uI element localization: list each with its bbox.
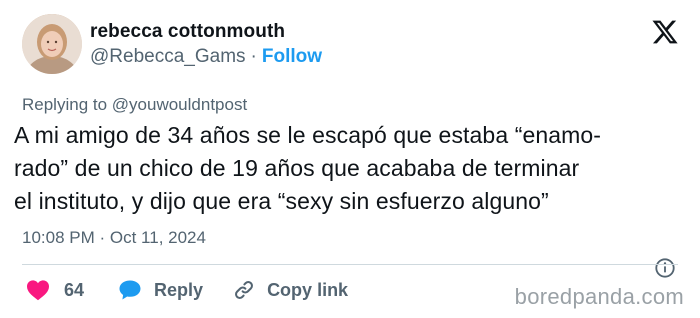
reply-target-link[interactable]: @youwouldntpost [112, 95, 247, 114]
display-name[interactable]: rebecca cottonmouth [90, 20, 322, 44]
watermark: boredpanda.com [514, 284, 684, 309]
info-icon[interactable] [654, 257, 676, 279]
heart-icon [27, 280, 49, 301]
avatar-image [22, 14, 82, 74]
like-count: 64 [64, 279, 85, 300]
handle-row: @Rebecca_Gams · Follow [90, 45, 322, 69]
follow-button[interactable]: Follow [262, 45, 322, 69]
avatar[interactable] [22, 14, 82, 74]
user-handle[interactable]: @Rebecca_Gams [90, 45, 246, 69]
author-names: rebecca cottonmouth @Rebecca_Gams · Foll… [90, 20, 322, 69]
replying-prefix: Replying to [22, 95, 112, 114]
reply-button[interactable]: Reply [118, 279, 203, 301]
replying-to: Replying to @youwouldntpost [22, 95, 247, 115]
reply-label: Reply [154, 279, 204, 300]
tweet-header: rebecca cottonmouth @Rebecca_Gams · Foll… [22, 14, 322, 74]
x-logo-icon[interactable] [650, 18, 680, 46]
like-button[interactable]: 64 [26, 279, 84, 301]
separator-dot: · [250, 45, 257, 67]
copy-link-label: Copy link [267, 279, 349, 300]
reply-bubble-icon [119, 280, 141, 300]
action-bar: 64 Reply Copy link [26, 279, 348, 301]
link-icon [235, 281, 254, 299]
copy-link-button[interactable]: Copy link [233, 279, 348, 301]
tweet-text: A mi amigo de 34 años se le escapó que e… [14, 122, 602, 214]
tweet-card: rebecca cottonmouth @Rebecca_Gams · Foll… [0, 0, 700, 318]
tweet-timestamp[interactable]: 10:08 PM · Oct 11, 2024 [22, 228, 206, 248]
divider [22, 264, 678, 265]
